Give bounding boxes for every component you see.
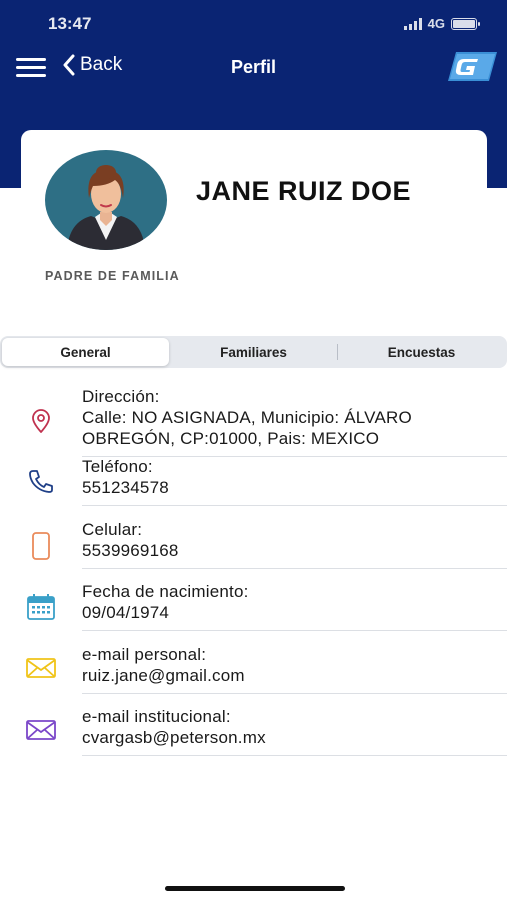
list-item-phone: Teléfono: 551234578 [0,456,507,519]
profile-name: JANE RUIZ DOE [196,176,412,206]
personal-email-value[interactable]: ruiz.jane@gmail.com [82,665,507,686]
address-line-2: OBREGÓN, CP:01000, Pais: MEXICO [82,429,380,448]
signal-icon [403,17,422,30]
tab-general[interactable]: General [2,338,169,366]
list-item-address: Dirección: Calle: NO ASIGNADA, Municipio… [0,386,507,457]
calendar-icon [27,594,55,620]
list-item-mobile: Celular: 5539969168 [0,519,507,582]
phone-value[interactable]: 551234578 [82,477,507,498]
status-indicators: 4G [403,16,480,31]
phone-label: Teléfono: [82,457,153,476]
app-logo [448,52,497,81]
info-list: Dirección: Calle: NO ASIGNADA, Municipio… [0,386,507,769]
birthdate-value: 09/04/1974 [82,603,170,622]
profile-role: PADRE DE FAMILIA [45,269,180,283]
mobile-value[interactable]: 5539969168 [82,540,507,561]
personal-email-label: e-mail personal: [82,644,207,664]
page-title: Perfil [230,57,277,77]
envelope-icon [26,657,56,678]
home-indicator[interactable] [165,886,345,891]
list-item-birthdate: Fecha de nacimiento: 09/04/1974 [0,581,507,644]
status-time: 13:47 [48,14,92,33]
address-line-1: Calle: NO ASIGNADA, Municipio: ÁLVARO [82,408,412,427]
mobile-phone-icon [32,531,50,560]
tab-familiares[interactable]: Familiares [170,338,337,366]
list-item-personal-email: e-mail personal: ruiz.jane@gmail.com [0,644,507,707]
segmented-tabs: General Familiares Encuestas [0,336,507,368]
envelope-icon [26,720,56,740]
status-bar: 13:47 4G [0,10,507,40]
institutional-email-value[interactable]: cvargasb@peterson.mx [82,727,507,748]
address-label: Dirección: [82,387,160,406]
tab-encuestas[interactable]: Encuestas [338,338,505,366]
birthdate-label: Fecha de nacimiento: [82,582,249,601]
network-type: 4G [427,16,445,31]
avatar [45,150,167,250]
list-item-institutional-email: e-mail institucional: cvargasb@peterson.… [0,706,507,769]
mobile-label: Celular: [82,519,143,539]
institutional-email-label: e-mail institucional: [82,707,231,726]
phone-icon [29,470,53,493]
profile-card: JANE RUIZ DOE PADRE DE FAMILIA [21,130,487,300]
nav-bar: Back Perfil [0,48,507,88]
location-pin-icon [32,409,50,433]
battery-icon [451,17,480,30]
